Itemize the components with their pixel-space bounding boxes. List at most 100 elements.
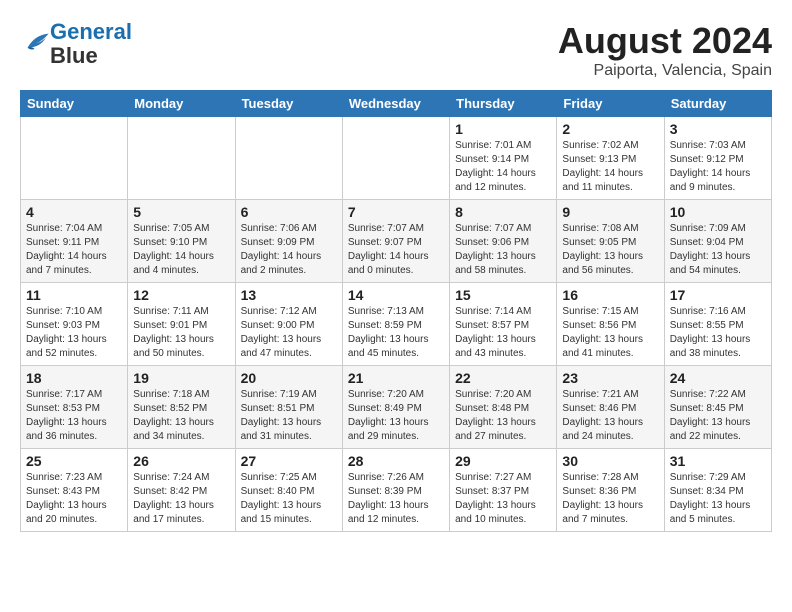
day-number: 28 — [348, 453, 444, 469]
day-cell: 22Sunrise: 7:20 AM Sunset: 8:48 PM Dayli… — [450, 366, 557, 449]
day-cell: 17 Sunrise: 7:16 AM Sunset: 8:55 PM Dayli… — [664, 283, 771, 366]
day-cell: 10 Sunrise: 7:09 AM Sunset: 9:04 PM Dayli… — [664, 200, 771, 283]
day-cell — [235, 117, 342, 200]
day-info: Sunrise: 7:16 AM Sunset: 8:55 PM Dayligh… — [670, 305, 766, 361]
day-number: 13 — [241, 287, 337, 303]
day-cell: 9 Sunrise: 7:08 AM Sunset: 9:05 PM Daylig… — [557, 200, 664, 283]
day-info: Sunrise: 7:07 AM Sunset: 9:06 PM Dayligh… — [455, 222, 551, 278]
day-info: Sunrise: 7:01 AM Sunset: 9:14 PM Dayligh… — [455, 139, 551, 195]
logo: General Blue — [20, 20, 132, 68]
day-cell: 31 Sunrise: 7:29 AM Sunset: 8:34 PM Dayli… — [664, 449, 771, 532]
day-cell: 24 Sunrise: 7:22 AM Sunset: 8:45 PM Dayli… — [664, 366, 771, 449]
day-number: 31 — [670, 453, 766, 469]
weekday-wednesday: Wednesday — [342, 91, 449, 117]
day-number: 17 — [670, 287, 766, 303]
day-number: 15 — [455, 287, 551, 303]
day-cell: 16 Sunrise: 7:15 AM Sunset: 8:56 PM Dayli… — [557, 283, 664, 366]
day-number: 29 — [455, 453, 551, 469]
day-number: 10 — [670, 204, 766, 220]
day-info: Sunrise: 7:18 AM Sunset: 8:52 PM Dayligh… — [133, 388, 229, 444]
day-number: 3 — [670, 121, 766, 137]
day-number: 20 — [241, 370, 337, 386]
week-row-5: 25 Sunrise: 7:23 AM Sunset: 8:43 PM Dayli… — [21, 449, 772, 532]
day-info: Sunrise: 7:19 AM Sunset: 8:51 PM Dayligh… — [241, 388, 337, 444]
day-number: 7 — [348, 204, 444, 220]
logo-icon — [22, 28, 50, 56]
day-cell — [128, 117, 235, 200]
day-number: 23 — [562, 370, 658, 386]
day-info: Sunrise: 7:22 AM Sunset: 8:45 PM Dayligh… — [670, 388, 766, 444]
day-number: 4 — [26, 204, 122, 220]
day-info: Sunrise: 7:13 AM Sunset: 8:59 PM Dayligh… — [348, 305, 444, 361]
day-cell: 4 Sunrise: 7:04 AM Sunset: 9:11 PM Daylig… — [21, 200, 128, 283]
day-info: Sunrise: 7:09 AM Sunset: 9:04 PM Dayligh… — [670, 222, 766, 278]
day-cell: 3Sunrise: 7:03 AM Sunset: 9:12 PM Daylig… — [664, 117, 771, 200]
week-row-4: 18 Sunrise: 7:17 AM Sunset: 8:53 PM Dayli… — [21, 366, 772, 449]
weekday-saturday: Saturday — [664, 91, 771, 117]
day-number: 16 — [562, 287, 658, 303]
day-number: 5 — [133, 204, 229, 220]
day-info: Sunrise: 7:04 AM Sunset: 9:11 PM Dayligh… — [26, 222, 122, 278]
day-info: Sunrise: 7:25 AM Sunset: 8:40 PM Dayligh… — [241, 471, 337, 527]
weekday-sunday: Sunday — [21, 91, 128, 117]
calendar-body: 1 Sunrise: 7:01 AM Sunset: 9:14 PM Daylig… — [21, 117, 772, 532]
day-number: 18 — [26, 370, 122, 386]
day-number: 30 — [562, 453, 658, 469]
day-cell: 23 Sunrise: 7:21 AM Sunset: 8:46 PM Dayli… — [557, 366, 664, 449]
day-cell: 5 Sunrise: 7:05 AM Sunset: 9:10 PM Daylig… — [128, 200, 235, 283]
day-cell: 1 Sunrise: 7:01 AM Sunset: 9:14 PM Daylig… — [450, 117, 557, 200]
title-block: August 2024 Paiporta, Valencia, Spain — [558, 20, 772, 80]
day-info: Sunrise: 7:29 AM Sunset: 8:34 PM Dayligh… — [670, 471, 766, 527]
weekday-tuesday: Tuesday — [235, 91, 342, 117]
location-subtitle: Paiporta, Valencia, Spain — [558, 62, 772, 80]
day-info: Sunrise: 7:07 AM Sunset: 9:07 PM Dayligh… — [348, 222, 444, 278]
day-number: 12 — [133, 287, 229, 303]
day-cell: 12 Sunrise: 7:11 AM Sunset: 9:01 PM Dayli… — [128, 283, 235, 366]
day-cell: 8Sunrise: 7:07 AM Sunset: 9:06 PM Daylig… — [450, 200, 557, 283]
day-cell: 30 Sunrise: 7:28 AM Sunset: 8:36 PM Dayli… — [557, 449, 664, 532]
day-info: Sunrise: 7:28 AM Sunset: 8:36 PM Dayligh… — [562, 471, 658, 527]
day-cell — [342, 117, 449, 200]
day-info: Sunrise: 7:14 AM Sunset: 8:57 PM Dayligh… — [455, 305, 551, 361]
day-cell: 19 Sunrise: 7:18 AM Sunset: 8:52 PM Dayli… — [128, 366, 235, 449]
day-info: Sunrise: 7:23 AM Sunset: 8:43 PM Dayligh… — [26, 471, 122, 527]
day-number: 25 — [26, 453, 122, 469]
month-title: August 2024 — [558, 20, 772, 62]
day-info: Sunrise: 7:21 AM Sunset: 8:46 PM Dayligh… — [562, 388, 658, 444]
day-cell: 11 Sunrise: 7:10 AM Sunset: 9:03 PM Dayli… — [21, 283, 128, 366]
day-info: Sunrise: 7:12 AM Sunset: 9:00 PM Dayligh… — [241, 305, 337, 361]
day-number: 11 — [26, 287, 122, 303]
day-cell: 2Sunrise: 7:02 AM Sunset: 9:13 PM Daylig… — [557, 117, 664, 200]
day-number: 1 — [455, 121, 551, 137]
day-number: 24 — [670, 370, 766, 386]
day-number: 14 — [348, 287, 444, 303]
day-info: Sunrise: 7:15 AM Sunset: 8:56 PM Dayligh… — [562, 305, 658, 361]
week-row-3: 11 Sunrise: 7:10 AM Sunset: 9:03 PM Dayli… — [21, 283, 772, 366]
calendar-header: SundayMondayTuesdayWednesdayThursdayFrid… — [21, 91, 772, 117]
day-cell: 15 Sunrise: 7:14 AM Sunset: 8:57 PM Dayli… — [450, 283, 557, 366]
day-info: Sunrise: 7:27 AM Sunset: 8:37 PM Dayligh… — [455, 471, 551, 527]
day-cell: 18 Sunrise: 7:17 AM Sunset: 8:53 PM Dayli… — [21, 366, 128, 449]
day-number: 21 — [348, 370, 444, 386]
day-number: 27 — [241, 453, 337, 469]
day-info: Sunrise: 7:10 AM Sunset: 9:03 PM Dayligh… — [26, 305, 122, 361]
day-cell: 13 Sunrise: 7:12 AM Sunset: 9:00 PM Dayli… — [235, 283, 342, 366]
calendar-table: SundayMondayTuesdayWednesdayThursdayFrid… — [20, 90, 772, 532]
day-info: Sunrise: 7:20 AM Sunset: 8:49 PM Dayligh… — [348, 388, 444, 444]
day-info: Sunrise: 7:08 AM Sunset: 9:05 PM Dayligh… — [562, 222, 658, 278]
day-cell — [21, 117, 128, 200]
day-info: Sunrise: 7:05 AM Sunset: 9:10 PM Dayligh… — [133, 222, 229, 278]
day-cell: 29 Sunrise: 7:27 AM Sunset: 8:37 PM Dayli… — [450, 449, 557, 532]
day-info: Sunrise: 7:11 AM Sunset: 9:01 PM Dayligh… — [133, 305, 229, 361]
weekday-monday: Monday — [128, 91, 235, 117]
page-header: General Blue August 2024 Paiporta, Valen… — [20, 20, 772, 80]
day-number: 9 — [562, 204, 658, 220]
day-number: 19 — [133, 370, 229, 386]
day-cell: 6Sunrise: 7:06 AM Sunset: 9:09 PM Daylig… — [235, 200, 342, 283]
day-info: Sunrise: 7:17 AM Sunset: 8:53 PM Dayligh… — [26, 388, 122, 444]
day-info: Sunrise: 7:26 AM Sunset: 8:39 PM Dayligh… — [348, 471, 444, 527]
day-number: 6 — [241, 204, 337, 220]
day-cell: 27 Sunrise: 7:25 AM Sunset: 8:40 PM Dayli… — [235, 449, 342, 532]
week-row-1: 1 Sunrise: 7:01 AM Sunset: 9:14 PM Daylig… — [21, 117, 772, 200]
weekday-row: SundayMondayTuesdayWednesdayThursdayFrid… — [21, 91, 772, 117]
